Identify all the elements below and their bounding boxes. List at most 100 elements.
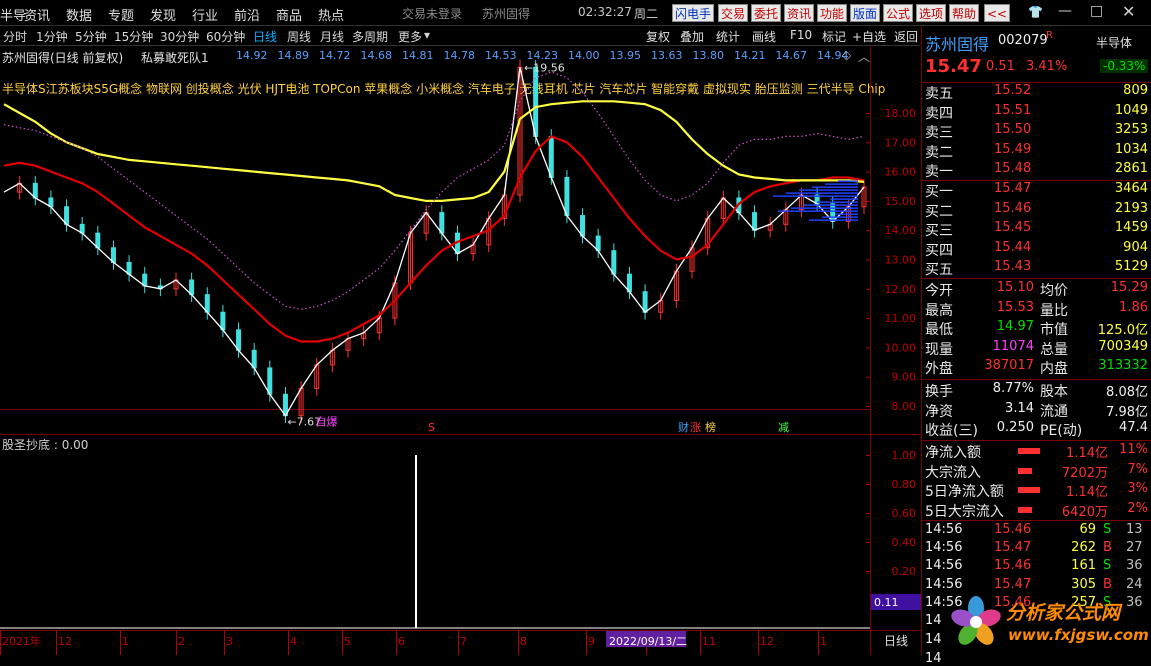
tick-side: S <box>1103 558 1112 574</box>
close-icon[interactable]: ✕ <box>1122 2 1135 21</box>
candle-body <box>189 279 195 296</box>
stat-value: 0.250 <box>996 420 1034 435</box>
chip-bar <box>822 216 858 218</box>
kline-chart[interactable]: 18.0017.0016.0015.0014.0013.0012.0011.00… <box>0 26 921 655</box>
function-button[interactable]: 功能 <box>817 4 848 22</box>
tick-volume: 161 <box>1071 558 1096 574</box>
flow-bar <box>1018 487 1040 493</box>
options-button[interactable]: 选项 <box>916 4 947 22</box>
minimize-icon[interactable]: — <box>1058 3 1072 19</box>
maximize-icon[interactable]: □ <box>1090 3 1103 19</box>
date-label: 6 <box>398 635 405 648</box>
date-label: 11 <box>702 635 716 648</box>
flow-label: 5日大宗流入 <box>925 503 1004 520</box>
menu-item-frontier[interactable]: 前沿 <box>234 5 260 24</box>
ask-label: 卖三 <box>925 125 953 141</box>
menu-item-topics[interactable]: 专题 <box>108 5 134 24</box>
price-axis-label: 8.00 <box>892 400 917 413</box>
price-tick <box>866 171 870 173</box>
news-button[interactable]: 资讯 <box>784 4 815 22</box>
divider <box>922 278 1151 279</box>
price-axis-label: 13.00 <box>885 254 917 267</box>
bid-label: 买五 <box>925 262 953 278</box>
menu-bar: 半导 资讯 数据 专题 发现 行业 前沿 商品 热点 交易未登录 苏州固得 02… <box>0 0 1151 26</box>
price-axis-label: 9.00 <box>892 371 917 384</box>
menu-item-industry[interactable]: 行业 <box>192 5 218 24</box>
date-tick <box>0 630 1 655</box>
watermark: 分析家公式网 www.fxjgsw.com <box>940 590 1150 652</box>
stat-value: 125.0亿 <box>1097 323 1148 338</box>
tick-volume: 262 <box>1071 540 1096 556</box>
chip-bar <box>812 186 858 188</box>
tick-price: 15.46 <box>994 558 1032 574</box>
collapse-button[interactable]: << <box>984 4 1010 22</box>
menu-item-commodity[interactable]: 商品 <box>276 5 302 24</box>
flow-pct: 7% <box>1127 461 1148 477</box>
chip-bar <box>817 201 858 203</box>
sector-button[interactable]: 半导体 <box>1096 34 1132 51</box>
ask-volume: 3253 <box>1114 122 1148 137</box>
shirt-icon[interactable]: 👕 <box>1028 5 1043 19</box>
sub-axis-tick <box>866 455 870 456</box>
ask-price: 15.52 <box>994 83 1032 98</box>
bid-label: 买四 <box>925 242 953 259</box>
lightning-trade-button[interactable]: 闪电手 <box>672 4 715 22</box>
tick-price: 15.47 <box>994 540 1032 556</box>
bid-volume: 904 <box>1123 239 1148 255</box>
bid-volume: 3464 <box>1114 181 1148 196</box>
date-tick <box>458 630 459 655</box>
candle-body <box>236 329 242 351</box>
date-label: 12 <box>760 635 774 648</box>
stat-value: 15.53 <box>996 299 1034 315</box>
tick-count: 13 <box>1126 522 1143 537</box>
stock-name[interactable]: 苏州固得 <box>925 31 989 55</box>
price-axis-label: 12.00 <box>885 283 917 296</box>
help-button[interactable]: 帮助 <box>949 4 980 22</box>
chip-bar <box>825 183 858 185</box>
bid-label: 买一 <box>925 184 953 200</box>
date-tick <box>120 630 121 655</box>
menu-item-discover[interactable]: 发现 <box>150 5 176 24</box>
trade-button[interactable]: 交易 <box>718 4 749 22</box>
window-stock-name: 苏州固得 <box>482 7 531 21</box>
menu-item-hot[interactable]: 热点 <box>318 5 344 24</box>
candle-body <box>220 311 226 331</box>
stat-label: 均价 <box>1040 283 1068 299</box>
date-label: 9 <box>588 635 595 648</box>
formula-button[interactable]: 公式 <box>883 4 914 22</box>
menu-item-news[interactable]: 资讯 <box>24 5 50 24</box>
last-price: 15.47 <box>925 56 982 77</box>
layout-button[interactable]: 版面 <box>850 4 881 22</box>
chip-bar <box>835 213 858 215</box>
stat-value: 11074 <box>992 338 1034 354</box>
stat-label: 内盘 <box>1040 361 1068 377</box>
date-tick <box>758 630 759 655</box>
date-label: 1 <box>820 635 827 648</box>
stat-value: 14.97 <box>996 319 1034 334</box>
date-axis-divider <box>0 630 921 631</box>
tick-count: 36 <box>1126 558 1143 574</box>
sub-axis-tick <box>866 484 870 485</box>
price-tick <box>866 230 870 232</box>
order-button[interactable]: 委托 <box>751 4 782 22</box>
menu-item-data[interactable]: 数据 <box>66 5 92 24</box>
stat-label: 今开 <box>925 283 953 299</box>
candle-body <box>204 294 210 313</box>
flow-label: 5日净流入额 <box>925 484 1004 500</box>
ask-volume: 1034 <box>1114 141 1148 157</box>
price-axis-label: 14.00 <box>885 224 917 237</box>
trade-login-status[interactable]: 交易未登录 <box>402 5 462 22</box>
ask-volume: 1049 <box>1114 102 1148 118</box>
date-tick <box>224 630 225 655</box>
weekday: 周二 <box>634 7 659 21</box>
menu-item-semis[interactable]: 半导 <box>0 5 26 24</box>
price-tick <box>866 288 870 290</box>
price-axis-label: 16.00 <box>885 166 917 179</box>
price-axis-label: 18.00 <box>885 107 917 120</box>
stat-value: 8.08亿 <box>1106 385 1148 400</box>
clock: 02:32:27 <box>578 5 632 19</box>
date-label: 12 <box>58 635 72 648</box>
flow-label: 大宗流入 <box>925 464 981 481</box>
divider <box>922 440 1151 441</box>
tick-side: B <box>1103 540 1112 556</box>
